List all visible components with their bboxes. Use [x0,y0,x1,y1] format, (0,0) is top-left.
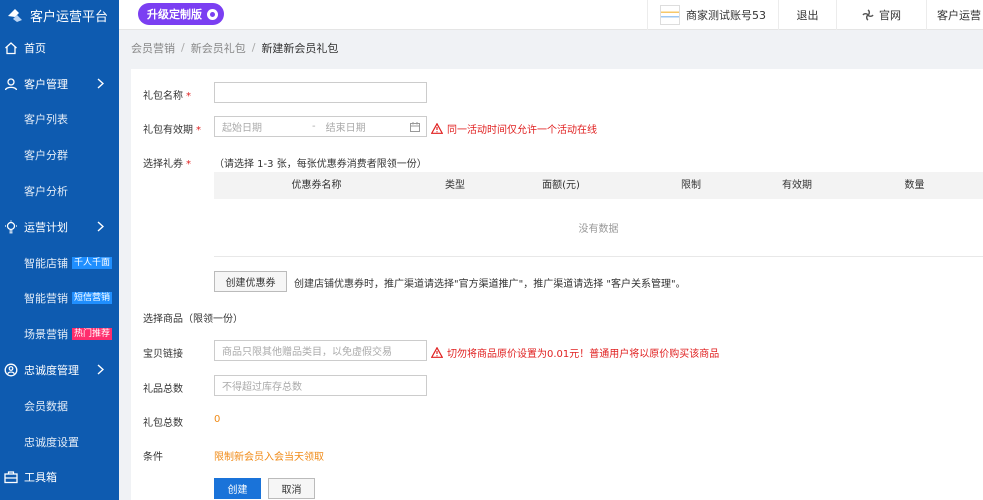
sidebar-item-smart-store[interactable]: 智能店铺 千人千面 [0,245,119,281]
app-title: 客户运营平台 [30,9,109,25]
range-separator: - [312,121,316,132]
pack-total-value: 0 [214,414,221,425]
sidebar: 首页 客户管理 客户列表 客户分群 客户分析 运营计划 智能店铺 千人千面 智能… [0,30,119,500]
bulb-icon [5,220,17,234]
column-quantity: 数量 [904,180,925,191]
pack-total-label: 礼包总数 [143,418,183,429]
sidebar-item-operation-plan[interactable]: 运营计划 [0,209,119,245]
date-range-picker[interactable]: 起始日期 - 结束日期 [214,116,427,137]
sidebar-item-label: 客户列表 [24,113,68,127]
sidebar-item-label: 忠诚度管理 [24,364,79,378]
official-site-label: 官网 [879,9,901,22]
tag-badge: 短信营销 [72,292,113,305]
column-type: 类型 [445,180,465,191]
sidebar-item-label: 会员数据 [24,399,68,413]
breadcrumb-separator: / [181,41,185,54]
column-validity: 有效期 [782,180,812,191]
sidebar-item-label: 忠诚度设置 [24,435,79,449]
pack-name-label: 礼包名称 * [143,91,191,102]
submit-button[interactable]: 创建 [214,478,261,499]
sidebar-item-label: 客户管理 [24,77,68,91]
sidebar-item-label: 智能店铺 [24,256,68,270]
column-coupon-name: 优惠券名称 [291,180,342,191]
sidebar-item-customer-analysis[interactable]: 客户分析 [0,173,119,209]
shop-thumbnail [660,5,680,25]
item-link-input[interactable]: 商品只限其他赠品类目，以免虚假交易 [214,340,427,361]
condition-label: 条件 [143,452,163,463]
chevron-right-icon [97,364,104,375]
warning-icon [431,347,443,358]
table-header: 优惠券名称 类型 面额(元) 限制 有效期 数量 [214,172,983,199]
sidebar-item-toolbox[interactable]: 工具箱 [0,460,119,496]
sidebar-item-scene-marketing[interactable]: 场景营销 热门推荐 [0,316,119,352]
empty-state: 没有数据 [214,199,983,257]
sidebar-item-label: 客户分析 [24,185,68,199]
sidebar-item-label: 场景营销 [24,328,68,342]
tag-badge: 千人千面 [72,256,113,269]
start-date-field[interactable]: 起始日期 [222,119,262,134]
customer-icon [4,78,18,90]
sidebar-item-customer-list[interactable]: 客户列表 [0,102,119,138]
column-limit: 限制 [681,180,701,191]
coupon-hint: （请选择 1-3 张，每张优惠券消费者限领一份） [214,159,427,170]
breadcrumb-separator: / [251,41,256,54]
sidebar-item-label: 首页 [24,41,46,55]
sidebar-item-loyalty-management[interactable]: 忠诚度管理 [0,352,119,388]
account-menu[interactable]: 商家测试账号53 [647,0,778,30]
brand[interactable]: 客户运营平台 [0,0,119,30]
column-amount: 面额(元) [542,180,580,191]
item-link-label: 宝贝链接 [143,349,183,360]
record-icon [207,8,218,20]
coupon-table: 优惠券名称 类型 面额(元) 限制 有效期 数量 没有数据 [214,172,983,257]
chevron-right-icon [97,221,104,232]
gift-total-label: 礼品总数 [143,384,183,395]
warning-icon [431,123,443,134]
sidebar-item-customer-groups[interactable]: 客户分群 [0,137,119,173]
toolbox-icon [4,471,18,484]
sidebar-item-smart-marketing[interactable]: 智能营销 短信营销 [0,281,119,317]
chevron-right-icon [97,78,104,89]
end-date-field[interactable]: 结束日期 [326,119,366,134]
upgrade-button[interactable]: 升级定制版 [138,3,224,25]
form-panel: 礼包名称 * 礼包有效期 * 起始日期 - 结束日期 同一活动时间仅允许一个活动在线… [131,69,983,500]
validity-label: 礼包有效期 * [143,125,201,136]
upgrade-label: 升级定制版 [147,8,202,21]
pinwheel-icon [862,9,874,21]
sidebar-item-label: 运营计划 [24,220,68,234]
coupon-label: 选择礼券 * [143,159,191,170]
sidebar-item-member-data[interactable]: 会员数据 [0,388,119,424]
sidebar-item-label: 智能营销 [24,292,68,306]
breadcrumb-item[interactable]: 新会员礼包 [191,40,246,56]
sidebar-item-label: 客户分群 [24,149,68,163]
sidebar-item-customer-management[interactable]: 客户管理 [0,66,119,102]
tag-badge: 热门推荐 [72,328,113,341]
main-content: 会员营销 / 新会员礼包 / 新建新会员礼包 礼包名称 * 礼包有效期 * 起始日期… [119,30,983,500]
official-site-link[interactable]: 官网 [836,0,926,30]
validity-warning: 同一活动时间仅允许一个活动在线 [431,121,597,136]
create-coupon-hint: 创建店铺优惠券时，推广渠道请选择"官方渠道推广"，推广渠道请选择 "客户关系管理… [294,279,686,290]
loyalty-icon [4,363,18,377]
item-link-warning: 切勿将商品原价设置为0.01元！普通用户将以原价购买该商品 [431,345,719,360]
create-coupon-button[interactable]: 创建优惠券 [214,271,287,292]
top-bar: 客户运营平台 升级定制版 商家测试账号53 退出 官网 客户运营 [0,0,983,30]
account-name: 商家测试账号53 [686,9,766,22]
calendar-icon [410,122,420,132]
breadcrumb-item[interactable]: 会员营销 [131,40,175,56]
sidebar-item-loyalty-settings[interactable]: 忠诚度设置 [0,424,119,460]
sidebar-item-label: 工具箱 [24,471,57,485]
breadcrumb: 会员营销 / 新会员礼包 / 新建新会员礼包 [119,30,983,65]
logout-label: 退出 [796,9,819,22]
platform-label: 客户运营 [937,9,981,22]
condition-value: 限制新会员入会当天领取 [214,452,324,463]
home-icon [5,42,17,55]
sidebar-item-home[interactable]: 首页 [0,30,119,66]
platform-link[interactable]: 客户运营 [926,0,983,30]
pack-name-input[interactable] [214,82,427,103]
gift-total-input[interactable]: 不得超过库存总数 [214,375,427,396]
logout-link[interactable]: 退出 [778,0,836,30]
breadcrumb-current: 新建新会员礼包 [261,41,339,55]
cancel-button[interactable]: 取消 [268,478,315,499]
brand-logo-icon [8,9,22,22]
product-section-label: 选择商品（限领一份） [143,314,243,325]
